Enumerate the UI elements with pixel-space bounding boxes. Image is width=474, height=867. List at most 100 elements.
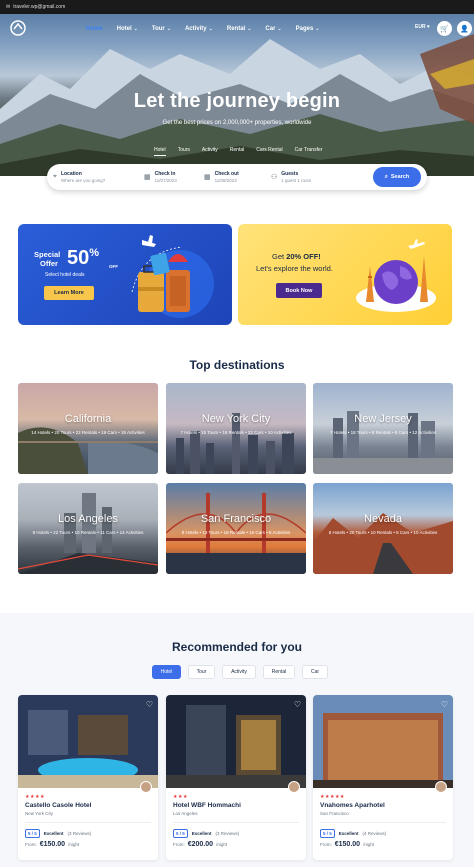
recommended-tabs: Hotel Tour Activity Rental Car bbox=[152, 665, 328, 679]
destination-card-new-jersey[interactable]: New Jersey 7 Hotels • 18 Tours • 8 Renta… bbox=[313, 383, 453, 474]
destination-stats: 8 Hotels • 20 Tours • 10 Rentals • 8 Car… bbox=[328, 530, 438, 535]
divider bbox=[320, 822, 446, 823]
learn-more-button[interactable]: Learn More bbox=[44, 286, 94, 300]
guests-label: Guests bbox=[281, 170, 299, 177]
destination-name: New Jersey bbox=[354, 413, 412, 425]
heart-icon[interactable]: ♡ bbox=[294, 700, 301, 709]
destination-card-san-francisco[interactable]: San Francisco 8 Hotels • 13 Tours • 18 R… bbox=[166, 483, 306, 574]
destination-name: Los Angeles bbox=[58, 513, 118, 525]
hotel-image bbox=[313, 695, 453, 788]
logo-icon[interactable] bbox=[8, 18, 28, 38]
destination-stats: 7 Hotels • 18 Tours • 8 Rentals • 8 Cars… bbox=[329, 430, 437, 435]
chevron-down-icon: ▾ bbox=[426, 24, 430, 30]
nav-menu: Home Hotel ⌄ Tour ⌄ Activity ⌄ Rental ⌄ Car ⌄… bbox=[86, 14, 320, 44]
destination-card-los-angeles[interactable]: Los Angeles 8 Hotels • 22 Tours • 10 Ren… bbox=[18, 483, 158, 574]
tab-cars-rental[interactable]: Cars Rental bbox=[256, 147, 282, 156]
location-label: Location bbox=[60, 170, 82, 177]
destination-name: California bbox=[64, 413, 112, 425]
checkin-field[interactable]: ▦ Check in 11/07/2023 bbox=[144, 164, 177, 190]
promo-explore-world[interactable]: Get 20% OFF! Let's explore the world. Bo… bbox=[238, 224, 452, 325]
review-score: 5 / 5 bbox=[320, 829, 335, 838]
calendar-icon: ▦ bbox=[144, 174, 151, 181]
nav-item-car[interactable]: Car ⌄ bbox=[265, 26, 281, 32]
nav-item-hotel[interactable]: Hotel ⌄ bbox=[117, 26, 138, 32]
currency-select[interactable]: EUR ▾ bbox=[415, 24, 429, 30]
destination-card-nevada[interactable]: Nevada 8 Hotels • 20 Tours • 10 Rentals … bbox=[313, 483, 453, 574]
search-button-label: Search bbox=[390, 174, 410, 180]
star-rating: ★★★ bbox=[173, 794, 188, 800]
destination-stats: 7 Hotels • 15 Tours • 18 Rentals • 22 Ca… bbox=[180, 430, 292, 435]
tab-rental[interactable]: Rental bbox=[230, 147, 244, 156]
nav-item-rental[interactable]: Rental ⌄ bbox=[227, 26, 252, 32]
hotel-card[interactable]: ♡ ★★★ Hotel WBF Hommachi Los Angeles 5 /… bbox=[166, 695, 306, 860]
star-rating: ★★★★ bbox=[25, 794, 45, 800]
tab-tours[interactable]: Tours bbox=[178, 147, 190, 156]
guests-value[interactable]: 1 guest 1 room bbox=[281, 178, 311, 184]
promo-title: Special Offer bbox=[34, 250, 60, 268]
heart-icon[interactable]: ♡ bbox=[441, 700, 448, 709]
hotel-location: New York City bbox=[25, 811, 54, 816]
avatar bbox=[140, 781, 152, 793]
heart-icon[interactable]: ♡ bbox=[146, 700, 153, 709]
price-value: €150.00 bbox=[334, 841, 361, 848]
luggage-illustration bbox=[131, 235, 214, 318]
search-button[interactable]: ⌕ Search bbox=[373, 167, 421, 187]
promo-title-bold: 20% OFF! bbox=[286, 252, 321, 261]
hotel-name[interactable]: Hotel WBF Hommachi bbox=[173, 802, 241, 809]
tab-tour[interactable]: Tour bbox=[188, 665, 215, 679]
hotel-image bbox=[166, 695, 306, 788]
location-field[interactable]: ⌖ Location Where are you going? bbox=[53, 164, 105, 190]
book-now-button[interactable]: Book Now bbox=[276, 283, 322, 298]
top-bar: ✉ traveler.wp@gmail.com bbox=[0, 0, 474, 14]
review-count: (3 Reviews) bbox=[67, 831, 92, 836]
nav-item-pages[interactable]: Pages ⌄ bbox=[296, 26, 320, 32]
promo-percent-sign: % bbox=[89, 247, 100, 259]
hotel-name[interactable]: Vnahomes Aparhotel bbox=[320, 802, 385, 809]
price-value: €150.00 bbox=[39, 841, 66, 848]
hero-title: Let the journey begin bbox=[133, 90, 341, 112]
tab-hotel[interactable]: Hotel bbox=[152, 665, 181, 679]
hotel-card[interactable]: ♡ ★★★★ Castello Casole Hotel New York Ci… bbox=[18, 695, 158, 860]
tab-car-transfer[interactable]: Car Transfer bbox=[295, 147, 323, 156]
location-input[interactable]: Where are you going? bbox=[61, 178, 105, 184]
checkout-field[interactable]: ▦ Check out 11/08/2023 bbox=[204, 164, 239, 190]
divider bbox=[25, 822, 151, 823]
user-button[interactable]: 👤 bbox=[457, 21, 472, 36]
tab-car[interactable]: Car bbox=[302, 665, 328, 679]
hotel-card[interactable]: ♡ ★★★★★ Vnahomes Aparhotel San Francisco… bbox=[313, 695, 453, 860]
tab-rental[interactable]: Rental bbox=[263, 665, 295, 679]
hero-subtitle: Get the best prices on 2,000,000+ proper… bbox=[162, 120, 312, 126]
destination-name: New York City bbox=[201, 413, 271, 425]
search-icon: ⌕ bbox=[384, 173, 388, 180]
checkout-value[interactable]: 11/08/2023 bbox=[215, 178, 239, 184]
destination-stats: 8 Hotels • 22 Tours • 10 Rentals • 11 Ca… bbox=[32, 530, 144, 535]
nav-item-home[interactable]: Home bbox=[86, 26, 103, 32]
review-count: (3 Reviews) bbox=[215, 831, 240, 836]
cart-button[interactable]: 🛒 bbox=[437, 21, 452, 36]
destination-stats: 8 Hotels • 13 Tours • 18 Rentals • 16 Ca… bbox=[181, 530, 291, 535]
price-unit: /night bbox=[68, 842, 80, 847]
contact-email[interactable]: traveler.wp@gmail.com bbox=[13, 4, 65, 10]
tab-hotel[interactable]: Hotel bbox=[154, 147, 166, 156]
nav-item-label: Rental bbox=[226, 26, 246, 32]
promo-special-offer[interactable]: Special Offer 50% OFF Select hotel deals … bbox=[18, 224, 232, 325]
nav-item-tour[interactable]: Tour ⌄ bbox=[152, 26, 171, 32]
hotel-name[interactable]: Castello Casole Hotel bbox=[25, 802, 91, 809]
promo-subtitle: Select hotel deals bbox=[45, 272, 85, 278]
price-from: From: bbox=[25, 842, 37, 847]
destination-card-california[interactable]: California 14 Hotels • 20 Tours • 22 Ren… bbox=[18, 383, 158, 474]
location-pin-icon: ⌖ bbox=[53, 173, 57, 180]
chevron-down-icon: ⌄ bbox=[133, 26, 138, 32]
tab-activity[interactable]: Activity bbox=[202, 147, 218, 156]
chevron-down-icon: ⌄ bbox=[315, 26, 320, 32]
promo-line2: Offer bbox=[40, 259, 58, 268]
tab-activity[interactable]: Activity bbox=[222, 665, 256, 679]
review-label: Excellent bbox=[43, 831, 64, 836]
review-summary: 5 / 5 Excellent (3 Reviews) bbox=[25, 829, 91, 838]
guests-field[interactable]: ⚇ Guests 1 guest 1 room bbox=[271, 164, 311, 190]
checkin-label: Check in bbox=[154, 170, 176, 177]
destination-stats: 14 Hotels • 20 Tours • 22 Rentals • 19 C… bbox=[31, 430, 145, 435]
destination-card-new-york-city[interactable]: New York City 7 Hotels • 15 Tours • 18 R… bbox=[166, 383, 306, 474]
checkin-value[interactable]: 11/07/2023 bbox=[155, 178, 177, 184]
nav-item-activity[interactable]: Activity ⌄ bbox=[185, 26, 213, 32]
